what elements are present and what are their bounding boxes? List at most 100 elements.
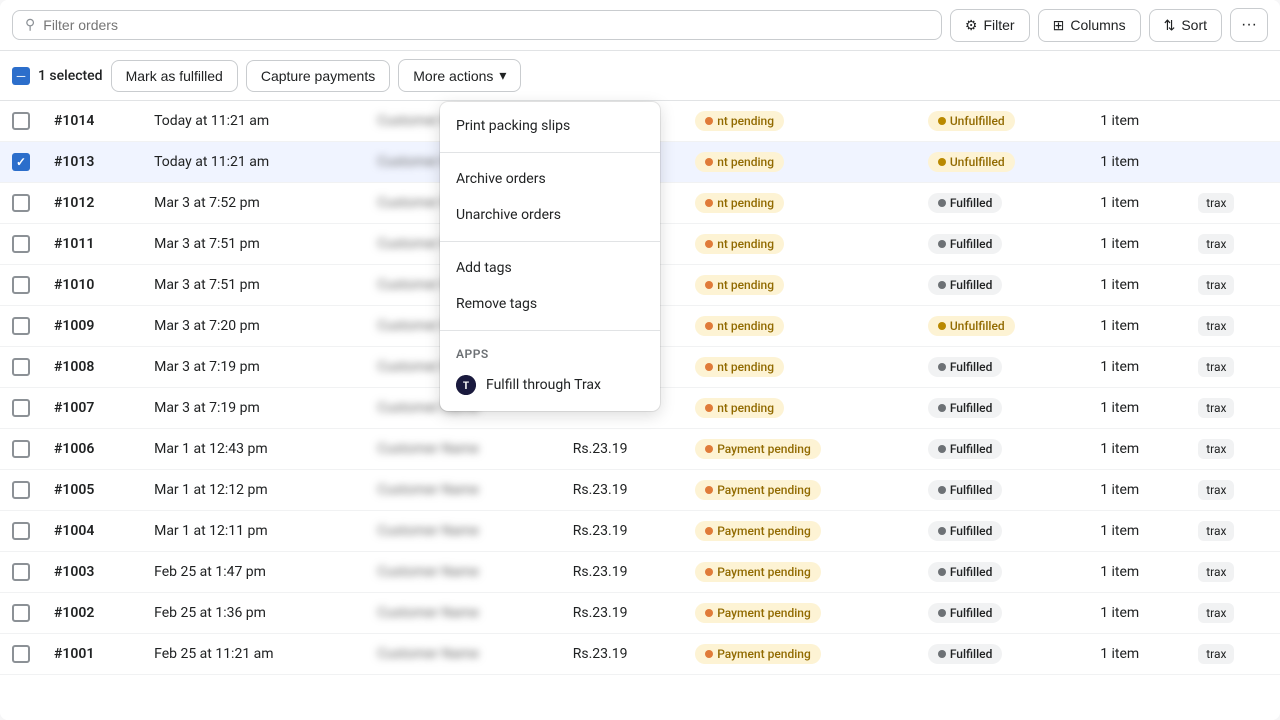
row-checkbox[interactable] [12, 358, 30, 376]
row-checkbox[interactable] [12, 153, 30, 171]
row-checkbox[interactable] [12, 440, 30, 458]
more-button[interactable]: ··· [1230, 8, 1268, 42]
columns-button[interactable]: ⊞ Columns [1038, 9, 1141, 42]
row-checkbox[interactable] [12, 481, 30, 499]
order-id[interactable]: #1008 [54, 359, 94, 375]
action-bar: 1 selected Mark as fulfilled Capture pay… [0, 51, 1280, 101]
payment-status-badge: Payment pending [695, 439, 821, 459]
order-id[interactable]: #1010 [54, 277, 94, 293]
payment-status-badge: nt pending [695, 316, 784, 336]
more-actions-button[interactable]: More actions ▾ [398, 59, 521, 92]
order-tag: trax [1198, 480, 1234, 500]
sort-icon: ⇅ [1164, 17, 1176, 34]
row-checkbox[interactable] [12, 235, 30, 253]
payment-status-badge: nt pending [695, 357, 784, 377]
fulfillment-status-badge: Fulfilled [928, 562, 1003, 582]
item-count: 1 item [1088, 470, 1186, 511]
row-checkbox[interactable] [12, 604, 30, 622]
order-date: Mar 3 at 7:51 pm [142, 265, 365, 306]
fulfillment-status-badge: Fulfilled [928, 603, 1003, 623]
row-checkbox[interactable] [12, 399, 30, 417]
order-id[interactable]: #1004 [54, 523, 94, 539]
order-id[interactable]: #1003 [54, 564, 94, 580]
dropdown-item-trax[interactable]: T Fulfill through Trax [440, 365, 660, 405]
row-checkbox[interactable] [12, 522, 30, 540]
capture-payments-button[interactable]: Capture payments [246, 60, 390, 92]
fulfillment-status-badge: Fulfilled [928, 398, 1003, 418]
row-checkbox[interactable] [12, 563, 30, 581]
payment-status-badge: nt pending [695, 234, 784, 254]
order-amount: Rs.23.19 [561, 470, 683, 511]
row-checkbox[interactable] [12, 194, 30, 212]
order-date: Mar 3 at 7:19 pm [142, 347, 365, 388]
item-count: 1 item [1088, 593, 1186, 634]
fulfillment-status-badge: Unfulfilled [928, 316, 1015, 336]
item-count: 1 item [1088, 224, 1186, 265]
dropdown-item-remove-tags[interactable]: Remove tags [440, 286, 660, 322]
order-tag: trax [1198, 193, 1234, 213]
fulfillment-status-badge: Fulfilled [928, 357, 1003, 377]
more-actions-label: More actions [413, 68, 493, 84]
more-icon: ··· [1241, 16, 1257, 33]
order-id[interactable]: #1005 [54, 482, 94, 498]
item-count: 1 item [1088, 552, 1186, 593]
payment-status-badge: nt pending [695, 275, 784, 295]
order-id[interactable]: #1006 [54, 441, 94, 457]
row-checkbox[interactable] [12, 645, 30, 663]
customer-name: Customer Name [377, 523, 479, 539]
order-id[interactable]: #1001 [54, 646, 94, 662]
dropdown-divider-1 [440, 152, 660, 153]
order-date: Feb 25 at 11:21 am [142, 634, 365, 675]
filter-button[interactable]: ⚙ Filter [950, 9, 1030, 42]
table-row: #1001 Feb 25 at 11:21 am Customer Name Rs.2… [0, 634, 1280, 675]
item-count: 1 item [1088, 306, 1186, 347]
row-checkbox[interactable] [12, 276, 30, 294]
item-count: 1 item [1088, 142, 1186, 183]
fulfillment-status-badge: Fulfilled [928, 480, 1003, 500]
row-checkbox[interactable] [12, 112, 30, 130]
order-amount: Rs.23.19 [561, 593, 683, 634]
order-tag: trax [1198, 439, 1234, 459]
order-id[interactable]: #1011 [54, 236, 94, 252]
customer-name: Customer Name [377, 646, 479, 662]
trax-label: Fulfill through Trax [486, 377, 601, 393]
item-count: 1 item [1088, 388, 1186, 429]
order-tag: trax [1198, 357, 1234, 377]
sort-label: Sort [1181, 17, 1207, 33]
mark-fulfilled-button[interactable]: Mark as fulfilled [111, 60, 238, 92]
dropdown-item-print[interactable]: Print packing slips [440, 108, 660, 144]
add-tags-label: Add tags [456, 260, 512, 276]
item-count: 1 item [1088, 101, 1186, 142]
columns-icon: ⊞ [1053, 17, 1065, 34]
row-checkbox[interactable] [12, 317, 30, 335]
order-date: Mar 3 at 7:20 pm [142, 306, 365, 347]
payment-status-badge: nt pending [695, 193, 784, 213]
order-id[interactable]: #1013 [54, 154, 94, 170]
dropdown-item-add-tags[interactable]: Add tags [440, 250, 660, 286]
search-input[interactable] [43, 17, 929, 33]
dropdown-item-archive[interactable]: Archive orders [440, 161, 660, 197]
item-count: 1 item [1088, 634, 1186, 675]
search-icon: ⚲ [25, 17, 35, 33]
order-id[interactable]: #1009 [54, 318, 94, 334]
order-date: Mar 3 at 7:19 pm [142, 388, 365, 429]
payment-status-badge: Payment pending [695, 480, 821, 500]
svg-text:T: T [463, 381, 469, 392]
order-id[interactable]: #1014 [54, 113, 94, 129]
order-id[interactable]: #1012 [54, 195, 94, 211]
order-date: Today at 11:21 am [142, 101, 365, 142]
dropdown-divider-3 [440, 330, 660, 331]
fulfillment-status-badge: Fulfilled [928, 193, 1003, 213]
select-all-checkbox[interactable] [12, 67, 30, 85]
order-amount: Rs.23.19 [561, 634, 683, 675]
search-box[interactable]: ⚲ [12, 10, 942, 40]
order-id[interactable]: #1002 [54, 605, 94, 621]
dropdown-item-unarchive[interactable]: Unarchive orders [440, 197, 660, 233]
filter-icon: ⚙ [965, 17, 978, 34]
order-id[interactable]: #1007 [54, 400, 94, 416]
top-bar: ⚲ ⚙ Filter ⊞ Columns ⇅ Sort ··· [0, 0, 1280, 51]
payment-status-badge: nt pending [695, 111, 784, 131]
dropdown-section-apps: APPS T Fulfill through Trax [440, 333, 660, 411]
sort-button[interactable]: ⇅ Sort [1149, 9, 1222, 42]
order-date: Today at 11:21 am [142, 142, 365, 183]
